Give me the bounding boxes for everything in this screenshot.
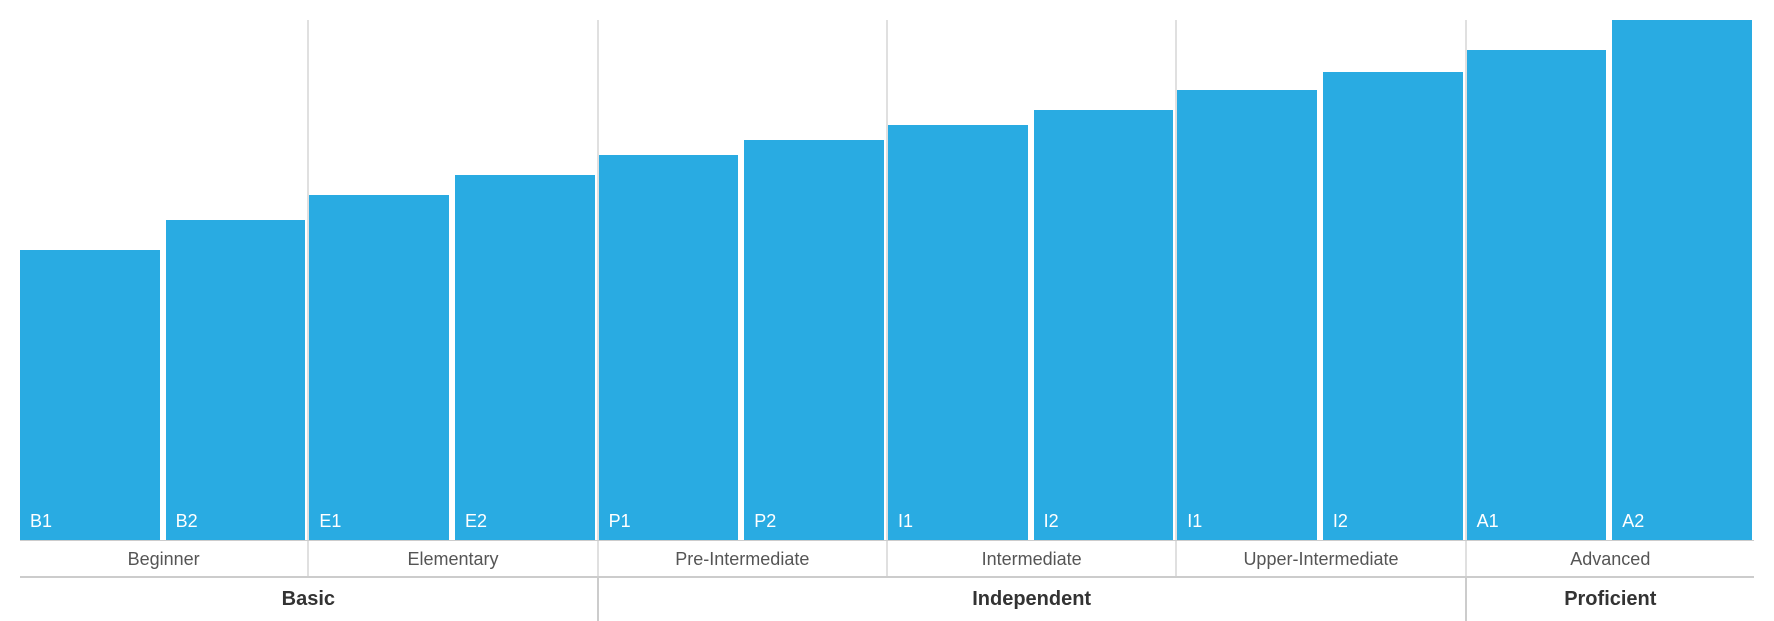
group-label: Elementary [309,541,596,576]
category-label: Proficient [1467,578,1754,621]
bar-column: E2 [453,175,597,540]
bar-column: I1 [888,125,1032,540]
bar-column: B2 [164,220,308,540]
group-labels-row: BeginnerElementaryPre-IntermediateInterm… [20,540,1754,576]
bar-group: E1 E2 [309,175,596,540]
bar-level-label: I2 [1333,511,1348,532]
bar-level-label: E2 [465,511,487,532]
bar: P1 [599,155,739,540]
bar: E1 [309,195,449,540]
bar-level-label: A2 [1622,511,1644,532]
group-label: Pre-Intermediate [599,541,886,576]
group-label: Advanced [1467,541,1754,576]
bar-column: P2 [742,140,886,540]
bar: B2 [166,220,306,540]
bar-level-label: B2 [176,511,198,532]
bar-column: I1 [1177,90,1321,540]
group-label: Upper-Intermediate [1177,541,1464,576]
group-label: Intermediate [888,541,1175,576]
bar: I1 [888,125,1028,540]
bar: A2 [1612,20,1752,540]
group-label: Beginner [20,541,307,576]
bar: A1 [1467,50,1607,540]
bar-column: E1 [309,195,453,540]
bar: E2 [455,175,595,540]
bar-level-label: E1 [319,511,341,532]
bar-column: P1 [599,155,743,540]
chart-container: B1 B2 E1 E2 P1 P2 I1 I2 I1 I2 A1 A2 BeginnerElement… [0,0,1774,580]
bar-level-label: I1 [898,511,913,532]
bar: I2 [1323,72,1463,540]
bar-group: A1 A2 [1467,20,1754,540]
category-label: Basic [20,578,597,621]
bar-level-label: P2 [754,511,776,532]
bar: B1 [20,250,160,540]
bar-level-label: A1 [1477,511,1499,532]
bar-column: B1 [20,250,164,540]
bar: P2 [744,140,884,540]
category-label: Independent [599,578,1465,621]
category-row: BasicIndependentProficient [20,576,1754,621]
bar-column: I2 [1321,72,1465,540]
bar-column: A1 [1467,50,1611,540]
bar-level-label: I1 [1187,511,1202,532]
bar-level-label: B1 [30,511,52,532]
bar-column: I2 [1032,110,1176,540]
bar-group: I1 I2 [888,110,1175,540]
bar-level-label: I2 [1044,511,1059,532]
bars-area: B1 B2 E1 E2 P1 P2 I1 I2 I1 I2 A1 A2 [20,20,1754,540]
bar-column: A2 [1610,20,1754,540]
bar-level-label: P1 [609,511,631,532]
bar: I2 [1034,110,1174,540]
bar-group: P1 P2 [599,140,886,540]
bar-group: I1 I2 [1177,72,1464,540]
bar-group: B1 B2 [20,220,307,540]
bar: I1 [1177,90,1317,540]
